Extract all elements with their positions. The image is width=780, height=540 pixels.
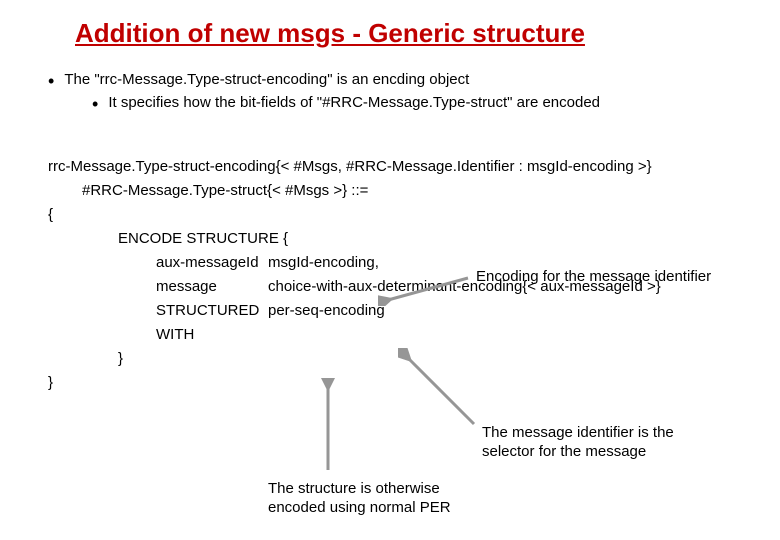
code-field-row: STRUCTURED WITH per-seq-encoding <box>48 299 750 347</box>
field-value: per-seq-encoding <box>268 299 750 347</box>
field-name: message <box>48 275 268 299</box>
bullet-list: • The "rrc-Message.Type-struct-encoding"… <box>0 49 780 113</box>
arrow-icon <box>318 378 338 476</box>
bullet-dot-icon: • <box>92 95 98 113</box>
bullet-text: It specifies how the bit-fields of "#RRC… <box>108 94 600 111</box>
annotation-encoding: Encoding for the message identifier <box>476 268 711 287</box>
field-name: aux-messageId <box>48 251 268 275</box>
field-name: STRUCTURED WITH <box>48 299 268 347</box>
slide-title: Addition of new msgs - Generic structure <box>0 0 780 49</box>
code-line: { <box>48 203 750 227</box>
bullet-item: • The "rrc-Message.Type-struct-encoding"… <box>48 71 750 90</box>
bullet-text: The "rrc-Message.Type-struct-encoding" i… <box>64 71 469 88</box>
arrow-icon <box>378 272 474 306</box>
arrow-icon <box>398 348 480 430</box>
bullet-item: • It specifies how the bit-fields of "#R… <box>92 94 750 113</box>
code-block: rrc-Message.Type-struct-encoding{< #Msgs… <box>0 117 780 395</box>
code-line: ENCODE STRUCTURE { <box>48 227 750 251</box>
annotation-per: The structure is otherwise encoded using… <box>268 480 498 518</box>
code-line: rrc-Message.Type-struct-encoding{< #Msgs… <box>48 155 750 179</box>
bullet-dot-icon: • <box>48 72 54 90</box>
code-line: #RRC-Message.Type-struct{< #Msgs >} ::= <box>48 179 750 203</box>
annotation-selector: The message identifier is the selector f… <box>482 424 702 462</box>
